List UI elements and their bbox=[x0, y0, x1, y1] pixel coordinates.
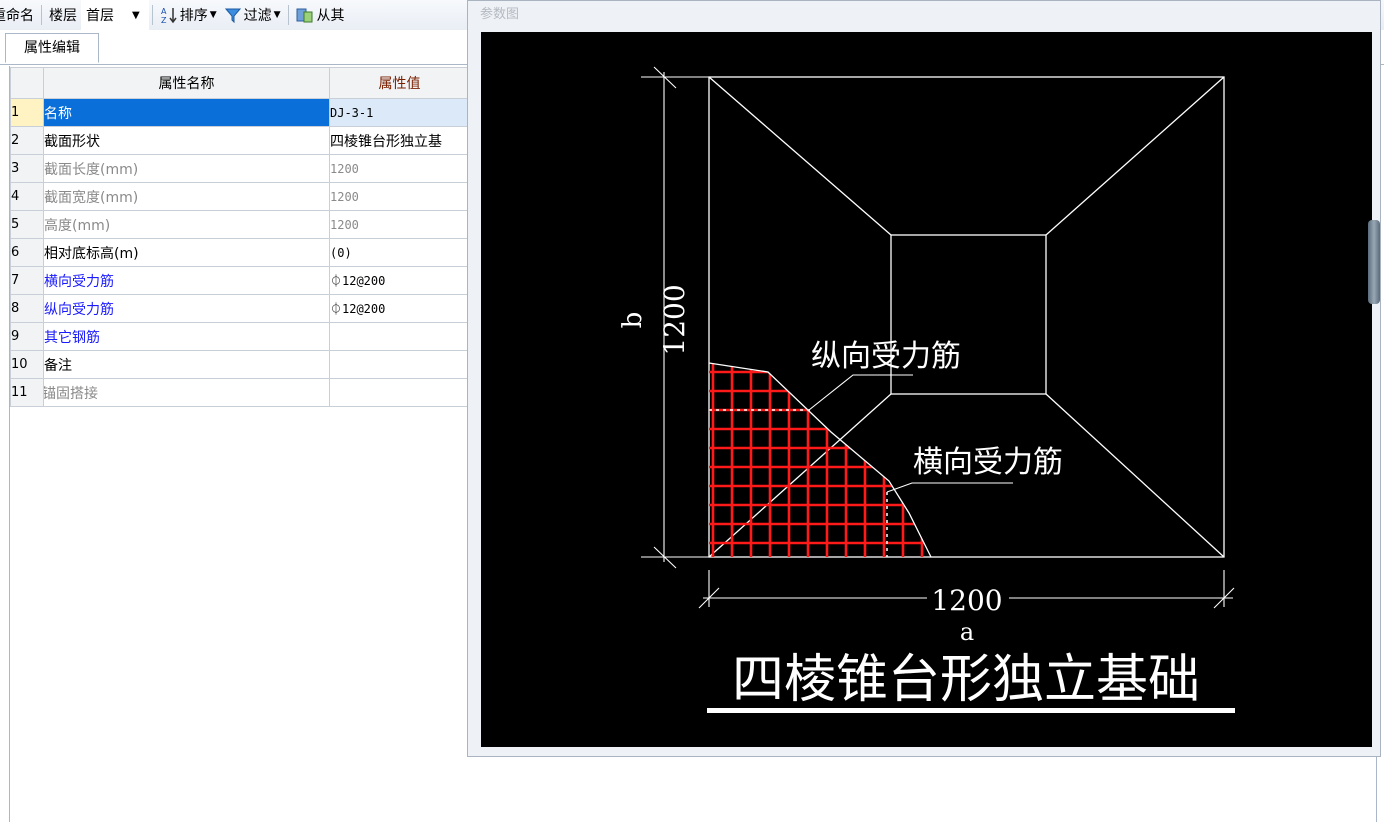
longitudinal-rebar-label: 纵向受力筋 bbox=[811, 339, 961, 374]
chevron-down-icon: ▼ bbox=[273, 10, 281, 20]
property-grid: 属性名称 属性值 1 名称 DJ-3-1 2 截面形状 四棱锥台形独立基 3 截… bbox=[10, 67, 470, 407]
window-title: 参数图 bbox=[480, 7, 520, 22]
property-name[interactable]: 其它钢筋 bbox=[43, 322, 330, 351]
leader-line bbox=[886, 482, 1013, 493]
diagram-canvas: 1200 b 1200 a 纵向受力筋 横向受力筋 四棱锥台形独立基础 bbox=[481, 32, 1372, 747]
diagram-caption: 四棱锥台形独立基础 bbox=[732, 650, 1200, 710]
leader-line bbox=[808, 374, 913, 411]
copy-from-button[interactable]: 从其 bbox=[292, 0, 349, 30]
foundation-diagram: 1200 b 1200 a 纵向受力筋 横向受力筋 四棱锥台形独立基础 bbox=[618, 66, 1235, 713]
tab-property-edit-label: 属性编辑 bbox=[24, 40, 80, 56]
property-value[interactable]: 1200 bbox=[329, 182, 470, 211]
caption-underline bbox=[707, 708, 1235, 713]
dimension-a-label: a bbox=[960, 618, 974, 646]
property-value[interactable] bbox=[329, 378, 470, 407]
column-header-name[interactable]: 属性名称 bbox=[43, 67, 330, 99]
filter-button[interactable]: 过滤 ▼ bbox=[221, 0, 285, 30]
sort-button[interactable]: A Z 排序 ▼ bbox=[156, 0, 221, 30]
slope-edge bbox=[1045, 76, 1225, 236]
table-row[interactable]: 11 +锚固搭接 bbox=[10, 378, 470, 407]
transverse-rebar-label: 横向受力筋 bbox=[913, 445, 1063, 480]
property-name[interactable]: 名称 bbox=[43, 98, 330, 127]
rename-label: 重命名 bbox=[0, 8, 34, 24]
property-name[interactable]: 横向受力筋 bbox=[43, 266, 330, 295]
row-number: 6 bbox=[10, 238, 44, 267]
property-value[interactable]: 四棱锥台形独立基 bbox=[329, 126, 470, 155]
copy-from-icon bbox=[296, 8, 313, 23]
row-number: 4 bbox=[10, 182, 44, 211]
table-row[interactable]: 9 其它钢筋 bbox=[10, 322, 470, 351]
header-row: 属性名称 属性值 bbox=[10, 67, 470, 99]
row-number: 7 bbox=[10, 266, 44, 295]
table-row[interactable]: 4 截面宽度(mm) 1200 bbox=[10, 182, 470, 211]
table-row[interactable]: 10 备注 bbox=[10, 350, 470, 379]
rename-button[interactable]: 重命名 bbox=[0, 0, 38, 30]
property-name[interactable]: 截面宽度(mm) bbox=[43, 182, 330, 211]
table-row[interactable]: 3 截面长度(mm) 1200 bbox=[10, 154, 470, 183]
column-header-value[interactable]: 属性值 bbox=[329, 67, 470, 99]
property-value[interactable]: 1200 bbox=[329, 210, 470, 239]
row-number: 1 bbox=[10, 98, 44, 127]
property-name: 锚固搭接 bbox=[43, 385, 99, 402]
toolbar-divider bbox=[151, 5, 153, 25]
property-value[interactable]: DJ-3-1 bbox=[329, 98, 470, 127]
table-row[interactable]: 2 截面形状 四棱锥台形独立基 bbox=[10, 126, 470, 155]
table-row[interactable]: 1 名称 DJ-3-1 bbox=[10, 98, 470, 127]
chevron-down-icon: ▼ bbox=[209, 10, 217, 20]
table-row[interactable]: 7 横向受力筋 ⏀12@200 bbox=[10, 266, 470, 295]
row-number: 2 bbox=[10, 126, 44, 155]
filter-icon bbox=[224, 8, 241, 23]
scrollbar-thumb[interactable] bbox=[1368, 220, 1380, 304]
property-name[interactable]: 纵向受力筋 bbox=[43, 294, 330, 323]
parameter-diagram-window[interactable]: 参数图 1200 b 1200 a 纵向受力筋 横向受力筋 四棱锥台形独立基础 bbox=[467, 0, 1381, 757]
property-value[interactable] bbox=[329, 350, 470, 379]
filter-label: 过滤 bbox=[243, 8, 272, 24]
property-name[interactable]: 相对底标高(m) bbox=[43, 238, 330, 267]
property-value[interactable] bbox=[329, 322, 470, 351]
property-name[interactable]: 截面形状 bbox=[43, 126, 330, 155]
slope-edge bbox=[708, 76, 892, 236]
dimension-a-value: 1200 bbox=[931, 584, 1002, 617]
corner-cell bbox=[10, 67, 44, 99]
property-name[interactable]: 截面长度(mm) bbox=[43, 154, 330, 183]
copy-from-label: 从其 bbox=[316, 8, 345, 24]
row-number: 9 bbox=[10, 322, 44, 351]
property-value[interactable]: ⏀12@200 bbox=[329, 294, 470, 323]
sort-label: 排序 bbox=[179, 8, 208, 24]
sort-az-icon: A Z bbox=[161, 7, 177, 24]
toolbar-divider bbox=[41, 5, 42, 25]
svg-text:A: A bbox=[161, 7, 167, 16]
dimension-b-value: 1200 bbox=[658, 284, 691, 355]
row-number: 3 bbox=[10, 154, 44, 183]
row-number: 5 bbox=[10, 210, 44, 239]
row-number: 11 bbox=[10, 378, 44, 407]
table-row[interactable]: 5 高度(mm) 1200 bbox=[10, 210, 470, 239]
property-name[interactable]: 高度(mm) bbox=[43, 210, 330, 239]
table-row[interactable]: 6 相对底标高(m) (0) bbox=[10, 238, 470, 267]
floor-select[interactable]: 首层 ▼ bbox=[81, 0, 149, 30]
dimension-b-label: b bbox=[618, 312, 648, 329]
floor-label: 楼层 bbox=[49, 8, 77, 24]
property-name-group[interactable]: +锚固搭接 bbox=[43, 378, 330, 407]
row-number: 8 bbox=[10, 294, 44, 323]
property-value[interactable]: (0) bbox=[329, 238, 470, 267]
slope-edge bbox=[1045, 393, 1225, 558]
property-value[interactable]: ⏀12@200 bbox=[329, 266, 470, 295]
chevron-down-icon: ▼ bbox=[132, 9, 140, 21]
property-name[interactable]: 备注 bbox=[43, 350, 330, 379]
row-number: 10 bbox=[10, 350, 44, 379]
property-value[interactable]: 1200 bbox=[329, 154, 470, 183]
floor-select-value: 首层 bbox=[86, 8, 114, 24]
toolbar-divider bbox=[287, 5, 289, 25]
svg-text:Z: Z bbox=[161, 16, 167, 24]
table-row[interactable]: 8 纵向受力筋 ⏀12@200 bbox=[10, 294, 470, 323]
tab-property-edit[interactable]: 属性编辑 bbox=[5, 33, 99, 63]
